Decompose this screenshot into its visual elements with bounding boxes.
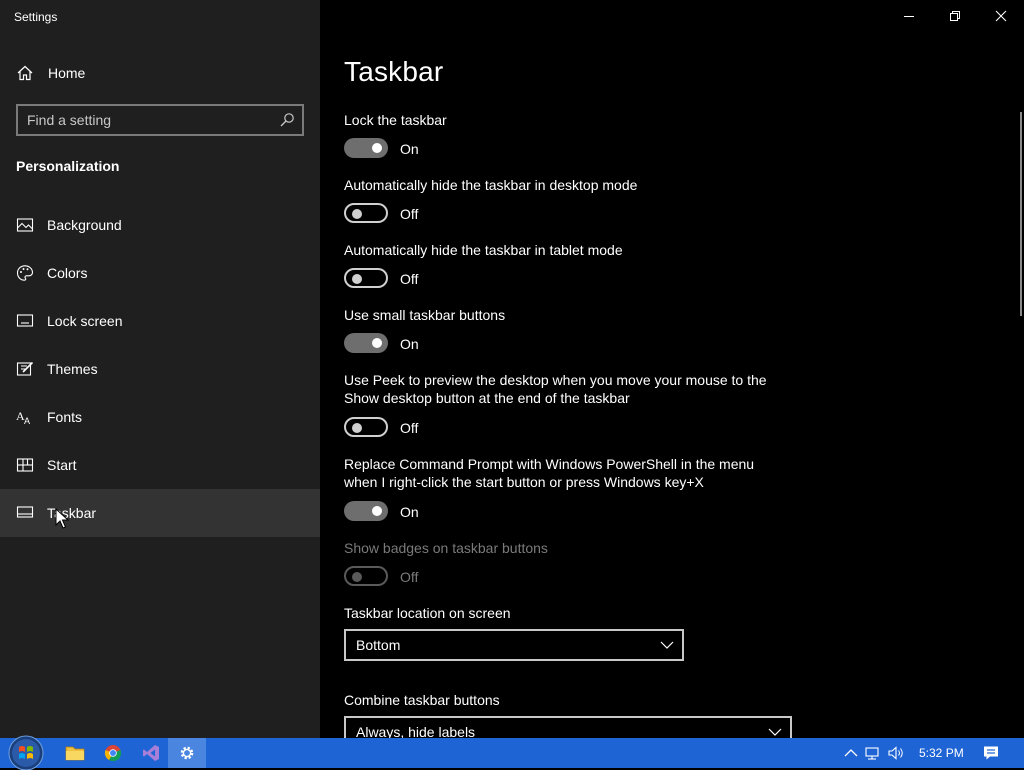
close-button[interactable] (978, 0, 1024, 32)
toggle-state-label: Off (400, 420, 419, 436)
nav-home-label: Home (48, 65, 86, 81)
start-orb-icon[interactable] (6, 734, 46, 770)
toggle-knob (352, 274, 362, 284)
sidebar-item-label: Lock screen (47, 313, 123, 329)
search-box[interactable] (16, 104, 304, 136)
sidebar-item-lock-screen[interactable]: Lock screen (0, 297, 320, 345)
lock-screen-icon (16, 314, 34, 327)
sidebar: Settings Home Personalization Background (0, 0, 320, 738)
setting-label-autohide-tablet: Automatically hide the taskbar in tablet… (344, 242, 623, 258)
setting-label-small-buttons: Use small taskbar buttons (344, 307, 506, 323)
settings-window: Settings Home Personalization Background (0, 0, 1024, 738)
taskbar-clock[interactable]: 5:32 PM (919, 746, 964, 760)
visual-studio-icon (143, 745, 159, 761)
toggle-autohide-tablet[interactable] (344, 268, 388, 288)
chevron-down-icon (768, 728, 782, 736)
app-title: Settings (14, 10, 58, 24)
restore-button[interactable] (932, 0, 978, 32)
search-icon[interactable] (279, 112, 295, 128)
setting-label-badges: Show badges on taskbar buttons (344, 540, 548, 556)
toggle-small-buttons[interactable] (344, 333, 388, 353)
sidebar-item-label: Colors (47, 265, 88, 281)
toggle-powershell[interactable] (344, 501, 388, 521)
sidebar-item-label: Taskbar (47, 505, 97, 521)
toggle-knob (372, 338, 382, 348)
toggle-autohide-desktop[interactable] (344, 203, 388, 223)
sidebar-item-label: Background (47, 217, 122, 233)
sidebar-item-label: Start (47, 457, 77, 473)
toggle-knob (352, 209, 362, 219)
dropdown-value: Bottom (356, 637, 401, 653)
page-title: Taskbar (344, 56, 444, 87)
toggle-state-label: On (400, 504, 419, 520)
home-icon (17, 65, 33, 81)
close-icon (995, 10, 1007, 22)
combine-buttons-label: Combine taskbar buttons (344, 692, 500, 708)
section-title: Personalization (16, 158, 120, 174)
windows-taskbar: 5:32 PM (0, 735, 1024, 770)
sidebar-item-colors[interactable]: Colors (0, 249, 320, 297)
nav-home[interactable]: Home (0, 49, 320, 97)
sidebar-item-start[interactable]: Start (0, 441, 320, 489)
toggle-state-label: Off (400, 206, 419, 222)
network-icon[interactable] (864, 744, 882, 762)
setting-label-autohide-desktop: Automatically hide the taskbar in deskto… (344, 177, 638, 193)
toggle-knob (372, 506, 382, 516)
minimize-button[interactable] (886, 0, 932, 32)
restore-icon (950, 11, 960, 21)
toggle-knob (352, 423, 362, 433)
sidebar-item-label: Fonts (47, 409, 83, 425)
chevron-down-icon (660, 641, 674, 649)
palette-icon (16, 265, 34, 281)
sidebar-item-label: Themes (47, 361, 98, 377)
scrollbar[interactable] (1020, 112, 1022, 316)
start-menu-icon (16, 458, 34, 472)
combine-buttons-dropdown[interactable]: Always, hide labels (344, 716, 792, 738)
setting-label-peek: Use Peek to preview the desktop when you… (344, 372, 767, 406)
chevron-up-icon[interactable] (842, 744, 860, 762)
action-center-icon[interactable] (982, 744, 1000, 762)
toggle-peek[interactable] (344, 417, 388, 437)
paintbrush-icon (16, 361, 34, 376)
setting-label-lock-taskbar: Lock the taskbar (344, 112, 447, 128)
taskbar-icon (16, 506, 34, 518)
file-explorer-icon (65, 746, 85, 761)
toggle-state-label: On (400, 141, 419, 157)
taskbar-location-dropdown[interactable]: Bottom (344, 629, 684, 661)
toggle-badges (344, 566, 388, 586)
toggle-knob (372, 143, 382, 153)
sidebar-item-themes[interactable]: Themes (0, 345, 320, 393)
sidebar-item-taskbar[interactable]: Taskbar (0, 489, 320, 537)
chrome-icon (104, 745, 122, 762)
image-icon (16, 218, 34, 232)
minimize-icon (904, 16, 914, 17)
toggle-state-label: Off (400, 569, 419, 585)
sidebar-item-background[interactable]: Background (0, 201, 320, 249)
main-content: Taskbar Lock the taskbar On Automaticall… (320, 0, 1024, 738)
sidebar-item-fonts[interactable]: A A Fonts (0, 393, 320, 441)
font-icon: A A (16, 409, 30, 426)
toggle-lock-taskbar[interactable] (344, 138, 388, 158)
search-input[interactable] (18, 106, 274, 134)
toggle-state-label: Off (400, 271, 419, 287)
toggle-knob (352, 572, 362, 582)
taskbar-file-explorer[interactable] (56, 738, 94, 768)
taskbar-chrome[interactable] (94, 738, 132, 768)
settings-gear-icon (180, 746, 194, 760)
toggle-state-label: On (400, 336, 419, 352)
volume-icon[interactable] (887, 744, 905, 762)
taskbar-location-label: Taskbar location on screen (344, 605, 511, 621)
setting-label-powershell: Replace Command Prompt with Windows Powe… (344, 456, 755, 490)
dropdown-value: Always, hide labels (356, 724, 476, 738)
taskbar-visual-studio[interactable] (132, 738, 170, 768)
svg-text:A: A (24, 416, 30, 426)
taskbar-settings[interactable] (168, 738, 206, 768)
